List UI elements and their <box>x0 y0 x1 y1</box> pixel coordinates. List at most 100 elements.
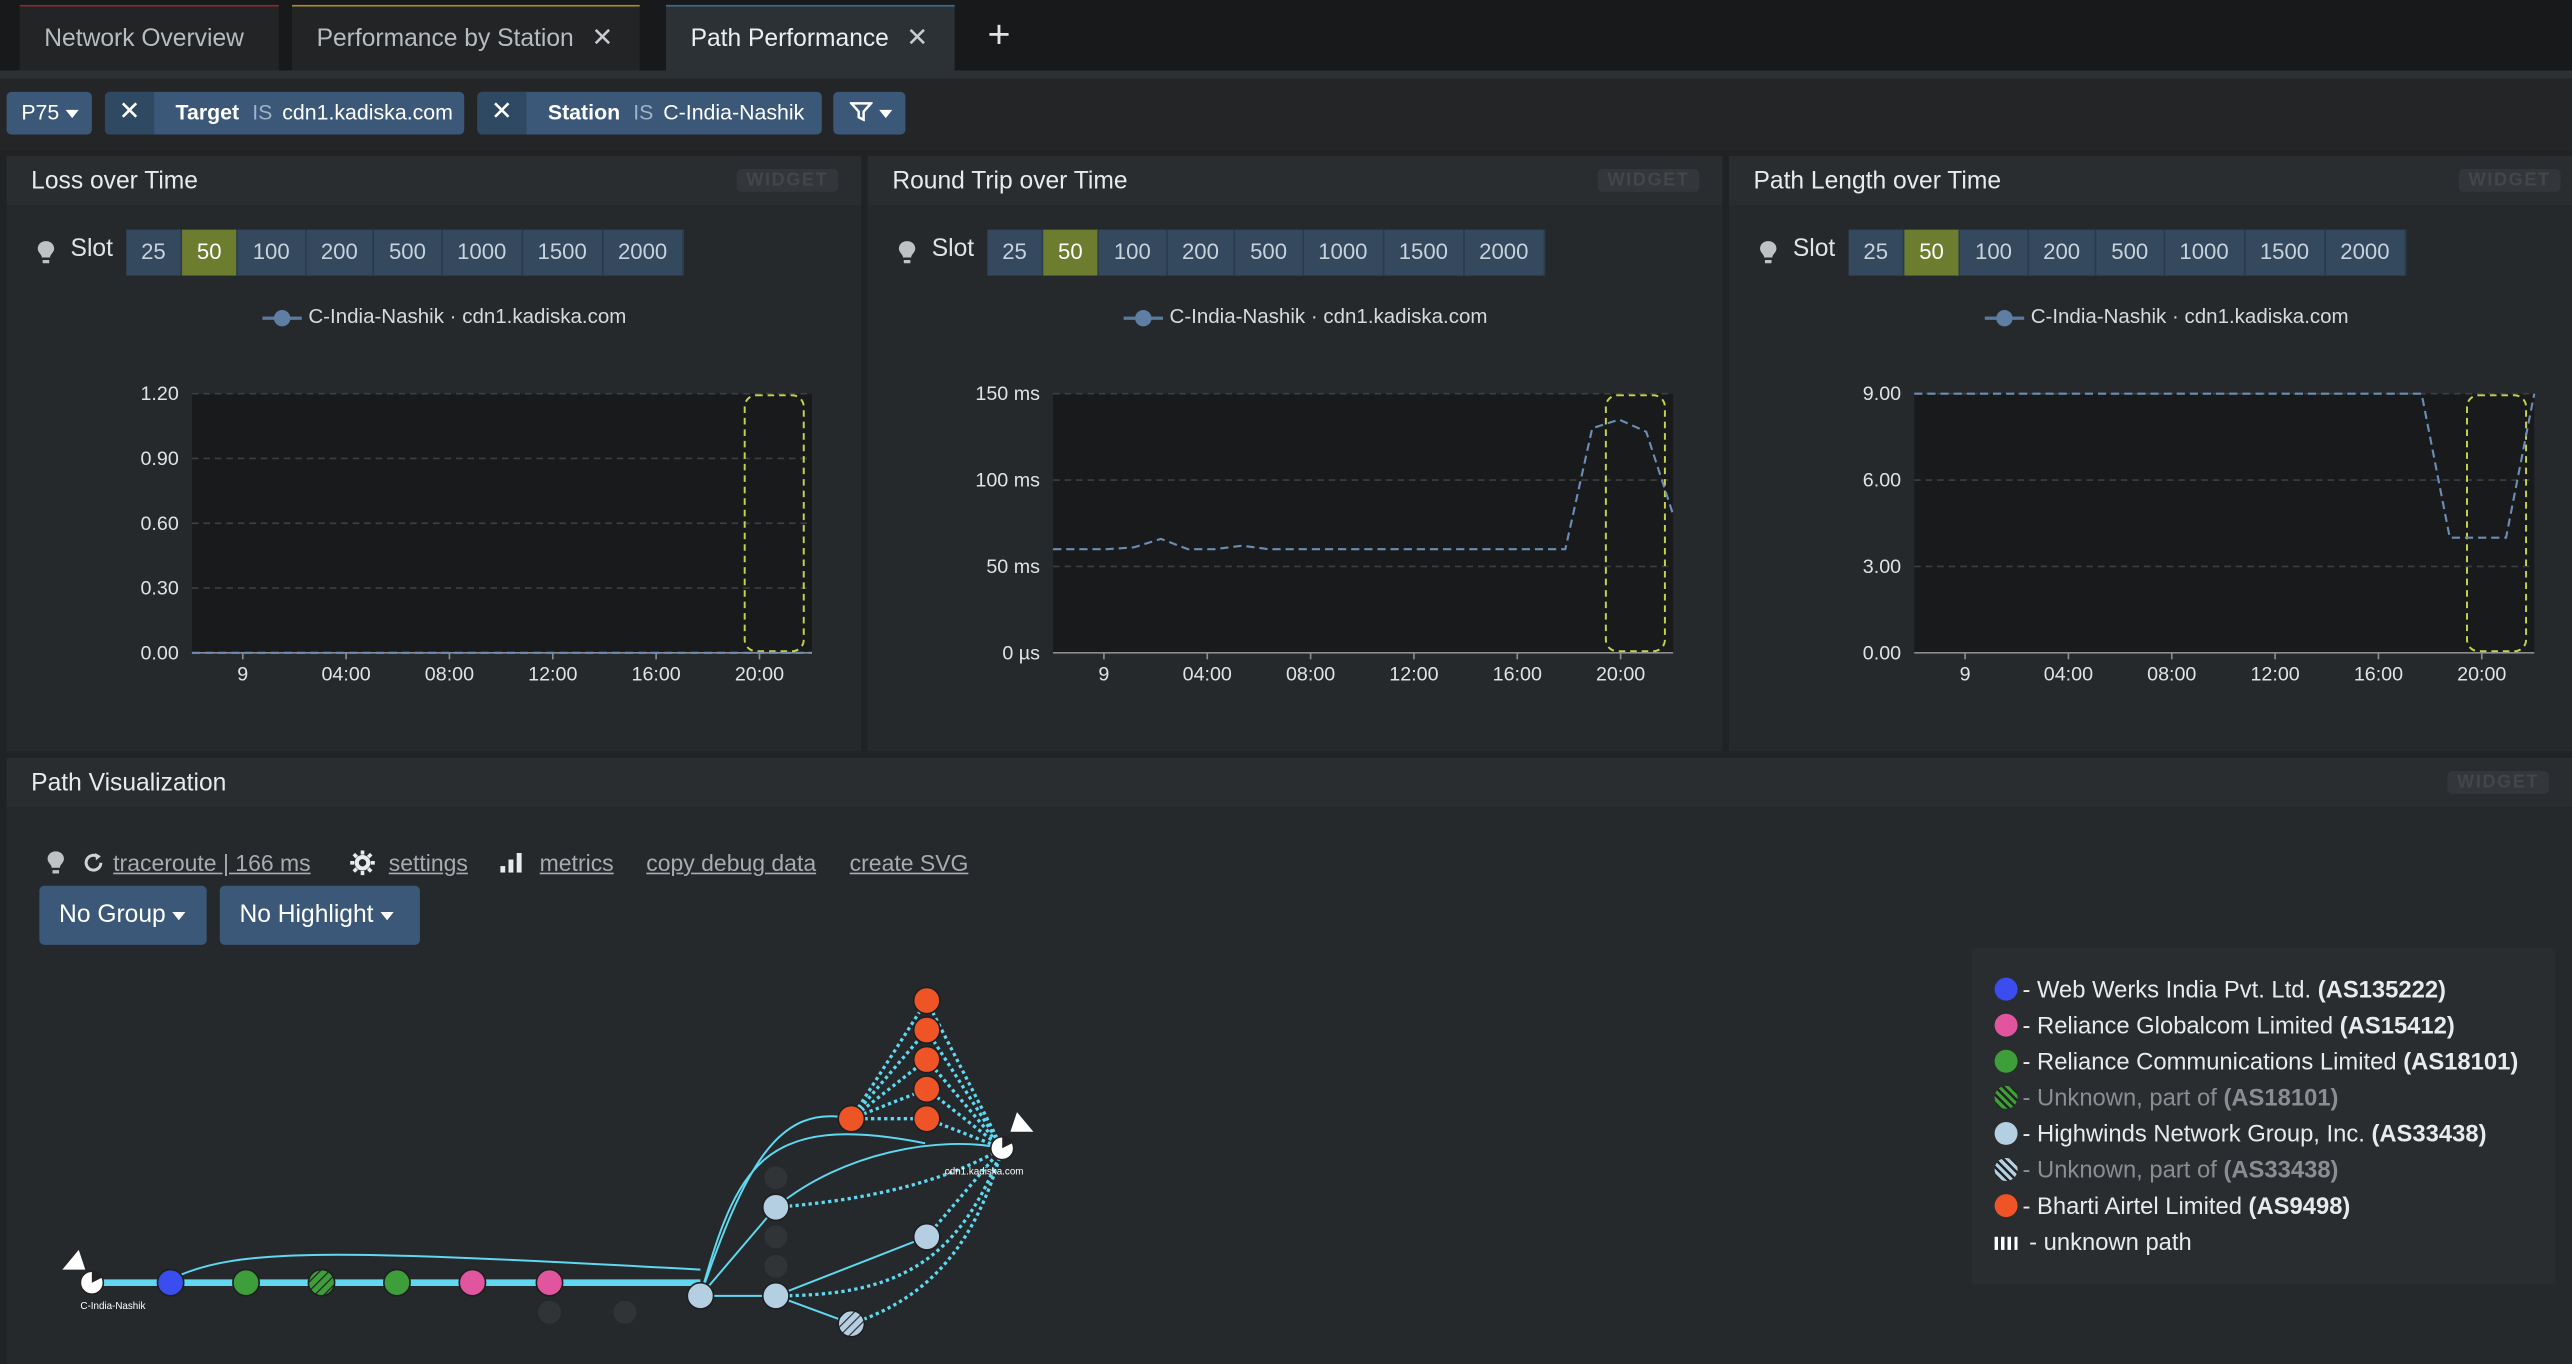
filter-operator: IS <box>633 100 654 125</box>
as-color-dot-icon <box>1994 1013 2018 1037</box>
y-tick-label: 0.60 <box>140 513 178 535</box>
filter-field: Station <box>547 100 621 125</box>
hop-node <box>912 1045 941 1074</box>
as-number: (AS33438) <box>2371 1121 2487 1149</box>
chart-widget: Round Trip over Time WIDGET Slot 25 50 100… <box>867 155 1723 752</box>
widget-badge[interactable]: WIDGET <box>2447 770 2550 794</box>
tab-performance-by-station[interactable]: Performance by Station ✕ <box>291 4 640 73</box>
x-tick-label: 9 <box>1960 664 1971 686</box>
as-color-dot-icon <box>1994 1158 2018 1182</box>
chart-plot[interactable]: 0 µs 50 ms 100 ms 150 ms 9 04:00 08:00 12:00 16:… <box>868 156 1723 751</box>
as-color-dot-icon <box>1994 1194 2018 1218</box>
chart-plot[interactable]: 0.00 0.30 0.60 0.90 1.20 9 04:00 08:00 12:00 16:0… <box>7 156 862 751</box>
as-legend-item[interactable]: - Bharti Airtel Limited (AS9498) <box>1994 1194 2351 1221</box>
hop-node <box>912 1016 941 1045</box>
y-tick-label: 100 ms <box>975 470 1040 492</box>
remove-filter-icon[interactable]: ✕ <box>104 91 155 135</box>
as-number: (AS135222) <box>2317 977 2446 1004</box>
x-tick-label: 20:00 <box>2457 664 2506 686</box>
plot-area <box>1053 393 1674 653</box>
x-tick-label: 20:00 <box>735 664 784 686</box>
tab-bar-divider <box>0 70 2572 79</box>
x-tick-label: 9 <box>237 664 248 686</box>
as-name: Unknown, part of <box>2037 1158 2217 1185</box>
chart-widget: Path Length over Time WIDGET Slot 25 50 10… <box>1728 155 2572 752</box>
unknown-path-legend: - unknown path <box>1994 1230 2192 1257</box>
tab-bar: Network Overview Performance by Station ✕… <box>0 0 2572 76</box>
target-filter-chip[interactable]: ✕ Target IS cdn1.kadiska.com <box>104 91 465 135</box>
as-name: Web Werks India Pvt. Ltd. <box>2037 977 2312 1004</box>
x-tick-label: 9 <box>1098 664 1109 686</box>
hop-node <box>912 986 941 1015</box>
hop-node <box>232 1268 260 1297</box>
as-legend: - unknown path - Web Werks India Pvt. Lt… <box>1971 948 2556 1285</box>
x-tick-label: 04:00 <box>2044 664 2093 686</box>
tab-label: Network Overview <box>44 24 244 53</box>
path-graph[interactable]: C-India-Nashik cdn1.kadiska.com <box>7 758 1155 1364</box>
as-legend-item[interactable]: - Web Werks India Pvt. Ltd. (AS135222) <box>1994 977 2446 1004</box>
hop-node <box>912 1075 941 1104</box>
hop-node <box>837 1104 866 1133</box>
as-number: (AS9498) <box>2248 1194 2351 1221</box>
add-filter-button[interactable] <box>833 91 906 135</box>
hop-node <box>156 1268 185 1297</box>
as-color-dot-icon <box>1994 1049 2018 1073</box>
station-filter-chip[interactable]: ✕ Station IS C-India-Nashik <box>477 91 822 135</box>
x-tick-label: 08:00 <box>425 664 474 686</box>
source-label: C-India-Nashik <box>80 1301 145 1312</box>
as-name: Bharti Airtel Limited <box>2037 1194 2242 1221</box>
percentile-dropdown[interactable]: P75 <box>6 91 92 135</box>
tab-path-performance[interactable]: Path Performance ✕ <box>665 4 955 73</box>
as-color-dot-icon <box>1994 977 2018 1001</box>
y-tick-label: 3.00 <box>1863 556 1901 578</box>
remove-filter-icon[interactable]: ✕ <box>477 91 527 135</box>
path-visualization-widget: Path Visualization WIDGET traceroute | 1… <box>6 757 2572 1364</box>
as-name: Reliance Globalcom Limited <box>2037 1013 2334 1040</box>
as-number: (AS18101) <box>2223 1085 2339 1113</box>
as-number: (AS18101) <box>2403 1049 2519 1077</box>
as-legend-item[interactable]: - Unknown, part of (AS18101) <box>1994 1085 2339 1113</box>
hop-node <box>686 1281 715 1310</box>
hop-node <box>307 1268 336 1297</box>
y-tick-label: 0.00 <box>1863 642 1901 664</box>
caret-down-icon <box>65 110 79 119</box>
hop-node <box>837 1309 866 1338</box>
source-node <box>62 1249 105 1296</box>
as-legend-item[interactable]: - Reliance Globalcom Limited (AS15412) <box>1994 1013 2455 1040</box>
add-tab-icon[interactable]: + <box>987 13 1010 59</box>
y-tick-label: 9.00 <box>1863 383 1901 405</box>
hop-node <box>912 1222 941 1251</box>
as-name: Unknown, part of <box>2037 1085 2217 1113</box>
x-tick-label: 12:00 <box>2250 664 2299 686</box>
caret-down-icon <box>879 110 893 119</box>
target-label: cdn1.kadiska.com <box>945 1166 1024 1177</box>
x-tick-label: 12:00 <box>1389 664 1438 686</box>
plot-area <box>1914 393 2535 653</box>
y-tick-label: 0.30 <box>140 578 178 600</box>
close-icon[interactable]: ✕ <box>591 7 613 73</box>
filter-field: Target <box>175 100 240 125</box>
filter-value: C-India-Nashik <box>663 100 805 125</box>
hop-node <box>458 1268 487 1297</box>
as-legend-item[interactable]: - Highwinds Network Group, Inc. (AS33438… <box>1994 1121 2487 1149</box>
close-icon[interactable]: ✕ <box>906 7 928 73</box>
x-tick-label: 20:00 <box>1596 664 1645 686</box>
as-color-dot-icon <box>1994 1121 2018 1145</box>
chart-plot[interactable]: 0.00 3.00 6.00 9.00 9 04:00 08:00 12:00 16:00 20:… <box>1729 156 2572 751</box>
x-tick-label: 16:00 <box>632 664 681 686</box>
as-legend-item[interactable]: - Reliance Communications Limited (AS181… <box>1994 1049 2519 1077</box>
as-legend-item[interactable]: - Unknown, part of (AS33438) <box>1994 1158 2338 1185</box>
x-tick-label: 16:00 <box>2354 664 2403 686</box>
unknown-path-label: - unknown path <box>2029 1230 2192 1257</box>
tab-label: Path Performance <box>690 24 889 53</box>
hop-node <box>761 1193 790 1222</box>
filter-operator: IS <box>252 100 273 125</box>
tab-label: Performance by Station <box>316 24 574 53</box>
x-tick-label: 08:00 <box>1286 664 1335 686</box>
as-name: Reliance Communications Limited <box>2037 1049 2397 1077</box>
percentile-value: P75 <box>21 100 60 125</box>
tab-network-overview[interactable]: Network Overview <box>19 4 279 71</box>
y-tick-label: 1.20 <box>140 383 178 405</box>
filter-icon <box>848 102 874 122</box>
hop-node <box>912 1104 941 1133</box>
